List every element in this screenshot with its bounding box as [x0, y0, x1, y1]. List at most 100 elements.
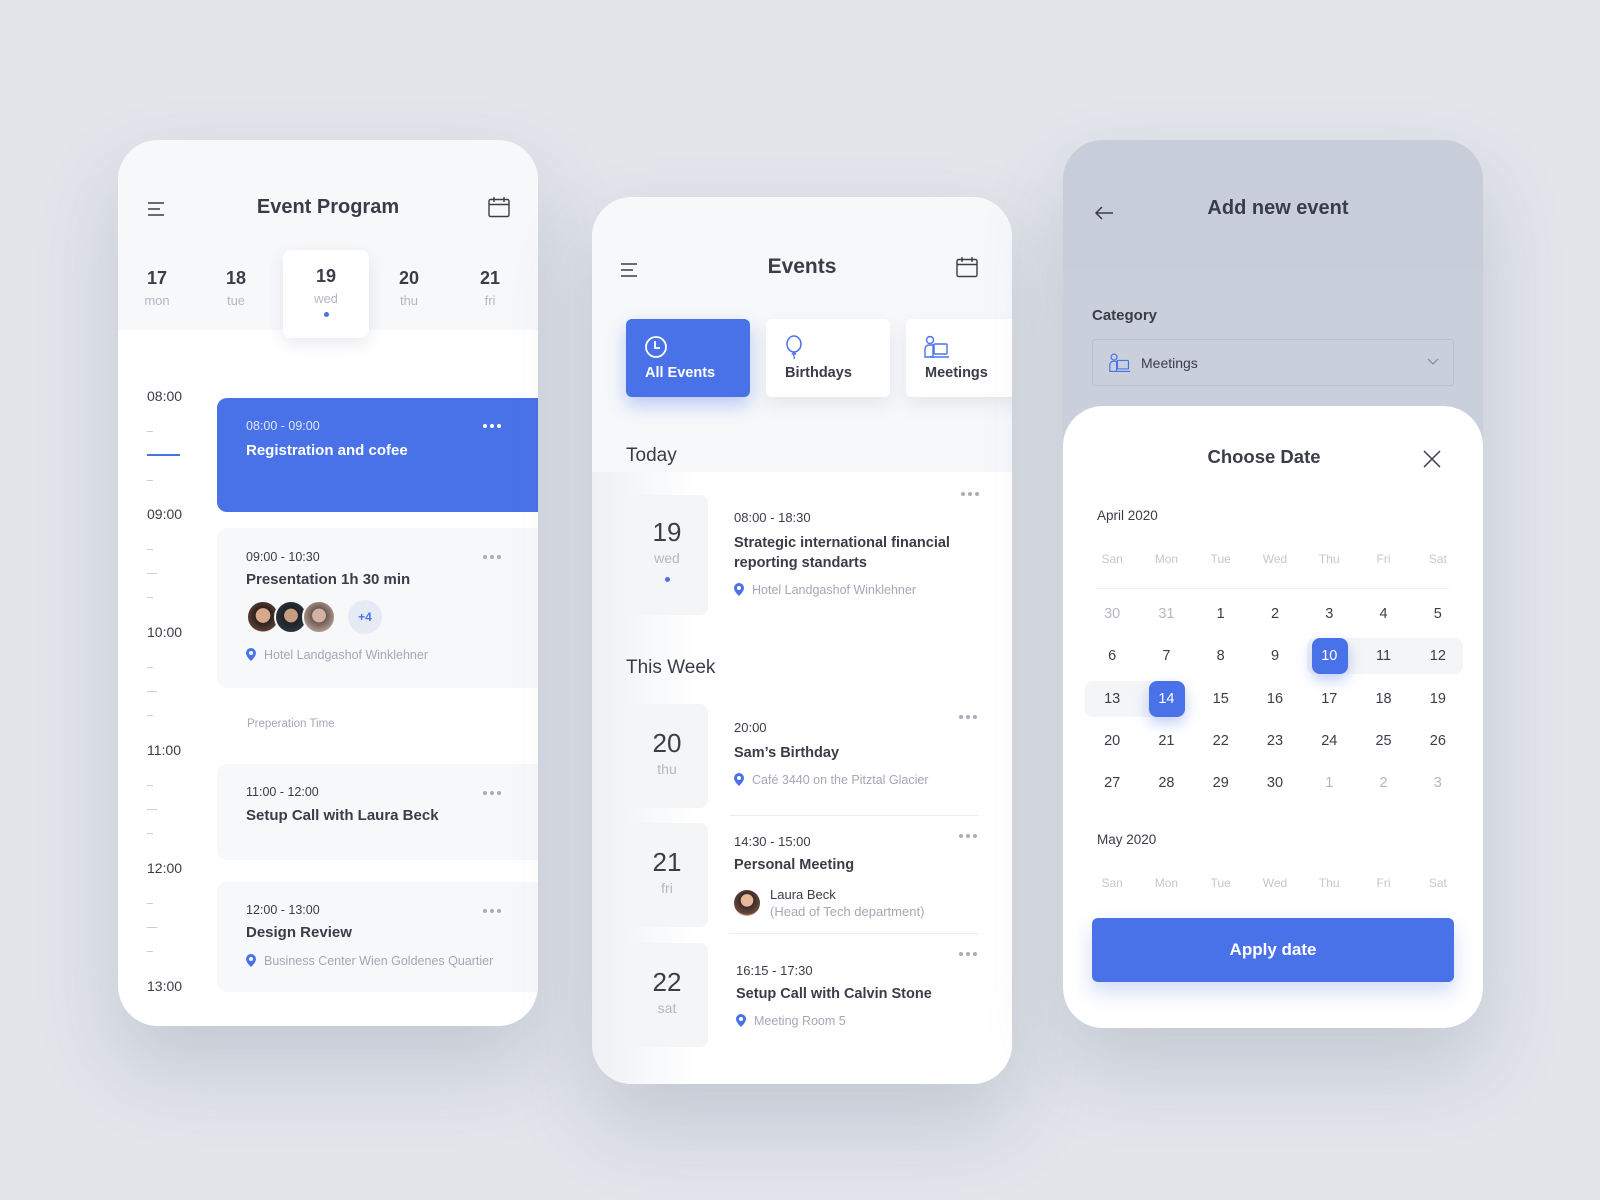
- events-screen: Events All Events Birthdays Meetings Tod…: [592, 197, 1012, 1084]
- event-location: Café 3440 on the Pitztal Glacier: [734, 773, 984, 787]
- list-item-sams-birthday[interactable]: 20:00 Sam’s Birthday Café 3440 on the Pi…: [734, 720, 984, 787]
- attendee-avatars[interactable]: +4: [246, 600, 382, 634]
- divider: [730, 815, 978, 816]
- close-icon[interactable]: [1419, 446, 1445, 472]
- person: Laura Beck (Head of Tech department): [734, 887, 984, 919]
- chevron-down-icon: [1427, 358, 1439, 365]
- category-all-events[interactable]: All Events: [626, 319, 750, 397]
- hour-label: 13:00: [147, 978, 183, 994]
- more-options-icon[interactable]: [961, 492, 979, 496]
- event-indicator-dot: [323, 312, 329, 317]
- more-options-icon[interactable]: [959, 715, 977, 719]
- apply-date-button[interactable]: Apply date: [1092, 918, 1454, 982]
- page-title: Event Program: [256, 196, 400, 218]
- week-row: 13 14 15 16 17 18 19: [1085, 681, 1465, 717]
- week-row: 20 21 22 23 24 25 26: [1104, 733, 1446, 749]
- more-options-icon[interactable]: [483, 424, 501, 428]
- event-program-screen: Event Program 17 mon 18 tue 19 wed 20 thu 21…: [118, 140, 538, 1026]
- location-pin-icon: [734, 583, 744, 596]
- more-options-icon[interactable]: [483, 791, 501, 795]
- event-name: Setup Call with Laura Beck: [246, 807, 439, 824]
- clock-icon: [645, 336, 667, 358]
- week-row: 6 7 8 9 10 11 12: [1085, 638, 1465, 674]
- more-options-icon[interactable]: [959, 952, 977, 956]
- date-box: 21 fri: [626, 823, 708, 927]
- tick: [147, 573, 157, 574]
- event-time: 08:00 - 09:00: [246, 419, 320, 433]
- category-label: Category: [1092, 307, 1158, 324]
- event-location: Hotel Landgashof Winklehner: [734, 583, 984, 597]
- event-card-design-review[interactable]: 12:00 - 13:00 Design Review Business Cen…: [217, 882, 538, 992]
- location-pin-icon: [734, 773, 744, 786]
- hour-label: 12:00: [147, 860, 183, 876]
- balloon-icon: [786, 335, 802, 359]
- event-indicator-dot: [664, 577, 670, 582]
- hour-label: 11:00: [147, 742, 181, 758]
- day-17[interactable]: 17 mon: [118, 252, 200, 340]
- add-event-screen: Add new event Category Meetings Choose D…: [1063, 140, 1483, 1028]
- section-this-week: This Week: [626, 657, 716, 678]
- range-start-day[interactable]: 10: [1302, 638, 1356, 674]
- location-pin-icon: [246, 954, 256, 967]
- event-card-setup-call[interactable]: 11:00 - 12:00 Setup Call with Laura Beck: [217, 764, 538, 860]
- more-options-icon[interactable]: [959, 834, 977, 838]
- list-item-personal-meeting[interactable]: 14:30 - 15:00 Personal Meeting Laura Bec…: [734, 834, 984, 919]
- tick: [147, 715, 153, 716]
- day-19-selected[interactable]: 19 wed: [283, 250, 369, 338]
- event-location: Meeting Room 5: [736, 1014, 986, 1028]
- category-select[interactable]: Meetings: [1092, 339, 1454, 386]
- list-item-strategic[interactable]: 08:00 - 18:30 Strategic international fi…: [734, 510, 984, 597]
- event-name: Presentation 1h 30 min: [246, 571, 411, 588]
- hour-label: 08:00: [147, 388, 183, 404]
- choose-date-sheet: Choose Date April 2020 San Mon Tue Wed Thu Fr…: [1063, 406, 1483, 1028]
- range-end-day[interactable]: 14: [1139, 681, 1193, 717]
- divider: [730, 933, 978, 934]
- tick: [147, 951, 153, 952]
- category-meetings[interactable]: Meetings: [906, 319, 1012, 397]
- location-pin-icon: [736, 1014, 746, 1027]
- hour-label: 10:00: [147, 624, 183, 640]
- weekday-header: San Mon Tue Wed Thu Fri Sat: [1101, 552, 1447, 566]
- avatar: [302, 600, 336, 634]
- tick: [147, 785, 153, 786]
- page-title: Add new event: [1207, 197, 1349, 219]
- calendar-icon[interactable]: [486, 194, 512, 220]
- date-box: 19 wed: [626, 495, 708, 615]
- section-today: Today: [626, 445, 677, 466]
- event-location: Business Center Wien Goldenes Quartier: [246, 954, 493, 968]
- tick: [147, 597, 153, 598]
- tick: [147, 480, 153, 481]
- tick: [147, 691, 157, 692]
- event-name: Registration and cofee: [246, 442, 408, 459]
- more-attendees-badge[interactable]: +4: [348, 600, 382, 634]
- location-pin-icon: [246, 648, 256, 661]
- month-label-april: April 2020: [1097, 508, 1158, 523]
- week-row: 27 28 29 30 1 2 3: [1104, 775, 1442, 791]
- tick: [147, 667, 153, 668]
- event-time: 12:00 - 13:00: [246, 903, 320, 917]
- meeting-icon: [924, 335, 949, 358]
- day-20[interactable]: 20 thu: [366, 252, 452, 340]
- event-time: 11:00 - 12:00: [246, 785, 319, 799]
- tick: [147, 809, 157, 810]
- event-card-presentation[interactable]: 09:00 - 10:30 Presentation 1h 30 min +4 …: [217, 528, 538, 688]
- day-21[interactable]: 21 fri: [447, 252, 533, 340]
- event-card-registration[interactable]: 08:00 - 09:00 Registration and cofee: [217, 398, 538, 512]
- day-selector: 17 mon 18 tue 19 wed 20 thu 21 fri: [118, 250, 538, 338]
- list-item-calvin-stone[interactable]: 16:15 - 17:30 Setup Call with Calvin Sto…: [736, 963, 986, 1028]
- more-options-icon[interactable]: [483, 909, 501, 913]
- more-options-icon[interactable]: [483, 555, 501, 559]
- date-box: 22 sat: [626, 943, 708, 1047]
- month-label-may: May 2020: [1097, 832, 1157, 847]
- day-18[interactable]: 18 tue: [193, 252, 279, 340]
- page-title: Events: [767, 255, 837, 278]
- tick: [147, 431, 153, 432]
- divider: [1097, 588, 1449, 589]
- category-birthdays[interactable]: Birthdays: [766, 319, 890, 397]
- event-time: 09:00 - 10:30: [246, 550, 320, 564]
- event-location: Hotel Landgashof Winklehner: [246, 648, 428, 662]
- hour-label: 09:00: [147, 506, 183, 522]
- calendar-icon[interactable]: [954, 254, 980, 280]
- weekday-header: San Mon Tue Wed Thu Fri Sat: [1101, 876, 1447, 890]
- date-box: 20 thu: [626, 704, 708, 808]
